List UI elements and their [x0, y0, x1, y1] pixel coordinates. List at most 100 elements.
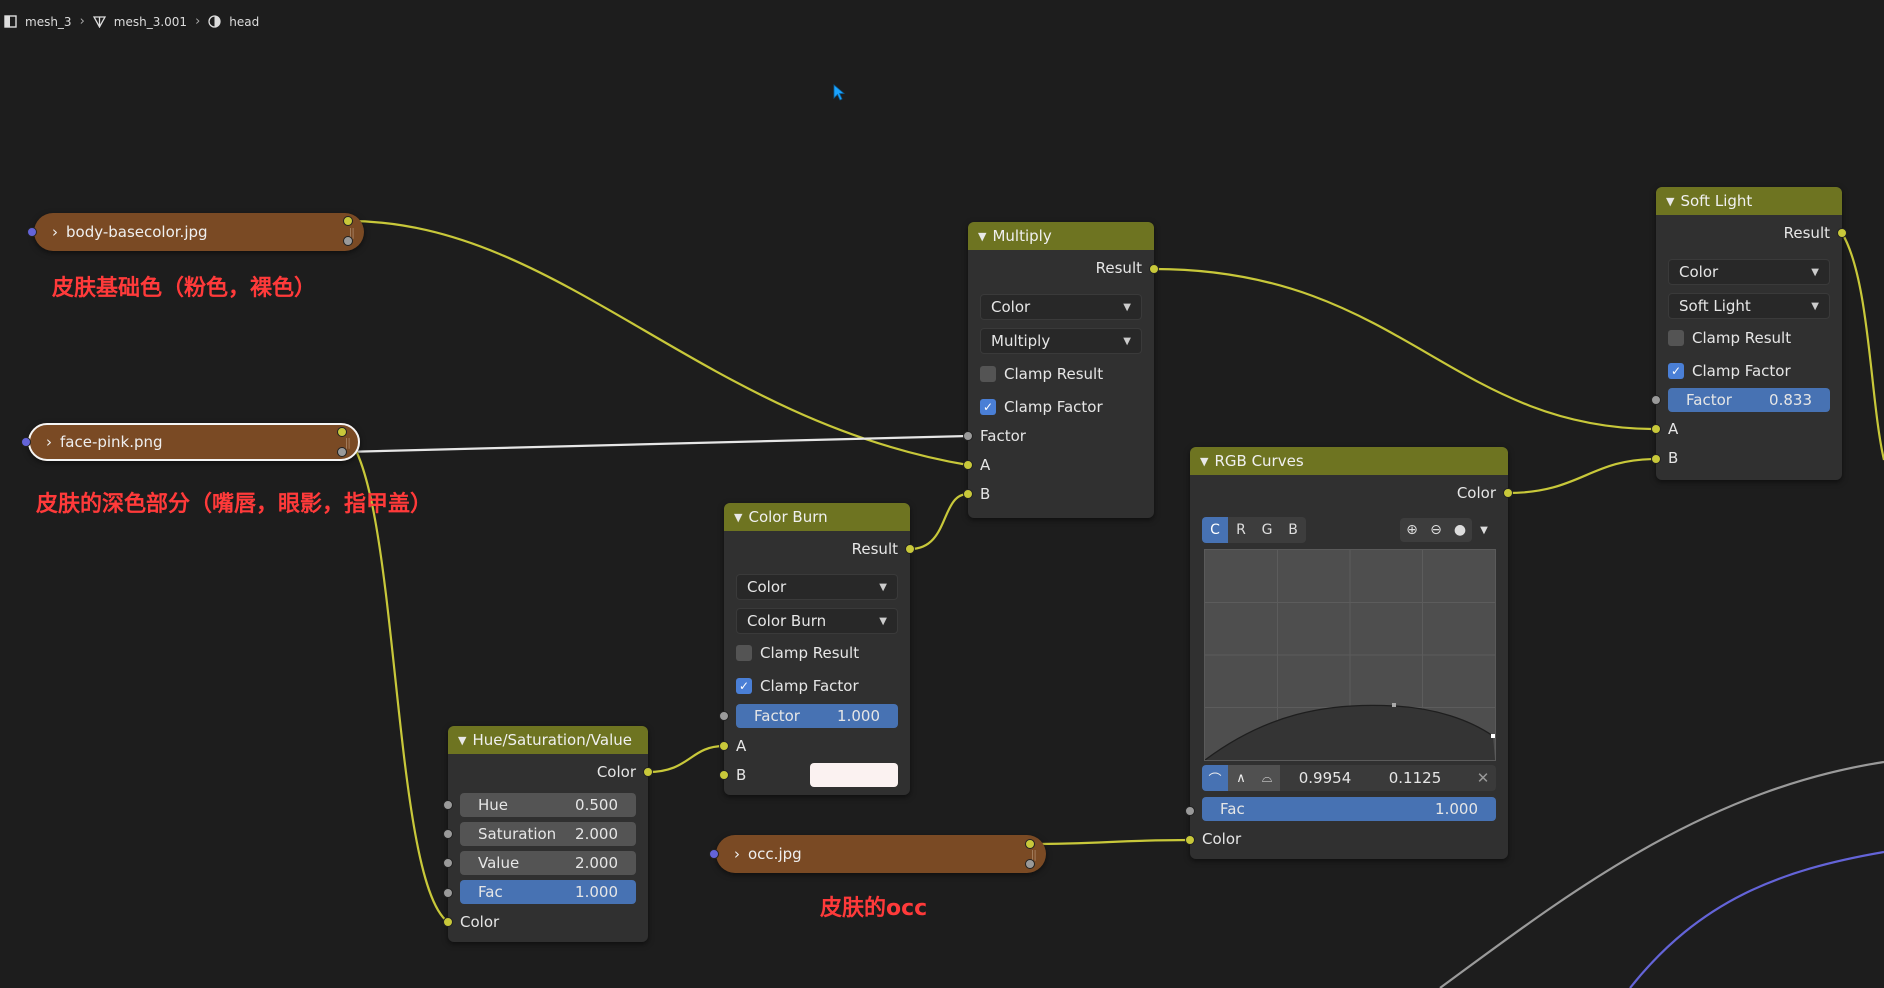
- chevron-down-icon[interactable]: ▼: [734, 511, 742, 524]
- chevron-down-icon[interactable]: ▼: [978, 230, 986, 243]
- chevron-down-icon[interactable]: ▼: [1666, 195, 1674, 208]
- image-node-face[interactable]: › face-pink.png ||: [28, 423, 360, 461]
- socket-occ-vector[interactable]: [709, 849, 719, 859]
- dot-icon[interactable]: ●: [1448, 518, 1472, 542]
- chevron-right-icon[interactable]: ›: [52, 223, 58, 241]
- checkbox-checked-icon[interactable]: ✓: [736, 678, 752, 694]
- breadcrumb-material[interactable]: head: [229, 15, 259, 29]
- color-burn-b-swatch[interactable]: [810, 763, 898, 787]
- multiply-clamp-result[interactable]: Clamp Result: [980, 362, 1142, 386]
- hsv-saturation-slider[interactable]: Saturation 2.000: [460, 822, 636, 846]
- hsv-node-header[interactable]: ▼ Hue/Saturation/Value: [448, 726, 648, 754]
- socket-color-burn-b[interactable]: [719, 770, 729, 780]
- socket-color-burn-result[interactable]: [905, 544, 915, 554]
- rgb-curves-fac-slider[interactable]: Fac 1.000: [1202, 797, 1496, 821]
- zoom-in-icon[interactable]: ⊕: [1400, 518, 1424, 542]
- socket-face-vector[interactable]: [21, 437, 31, 447]
- curve-point-y-input[interactable]: 0.1125: [1370, 769, 1460, 787]
- breadcrumb-mesh[interactable]: mesh_3.001: [114, 15, 187, 29]
- checkbox-unchecked-icon[interactable]: [736, 645, 752, 661]
- checkbox-checked-icon[interactable]: ✓: [980, 399, 996, 415]
- socket-soft-light-factor[interactable]: [1651, 395, 1661, 405]
- multiply-data-type-select[interactable]: Color ▼: [980, 294, 1142, 320]
- handle-vector-icon[interactable]: ∧: [1228, 765, 1254, 791]
- socket-body-color[interactable]: [343, 216, 353, 226]
- socket-face-alpha[interactable]: [337, 447, 347, 457]
- hsv-hue-slider[interactable]: Hue 0.500: [460, 793, 636, 817]
- soft-light-node-header[interactable]: ▼ Soft Light: [1656, 187, 1842, 215]
- socket-face-color[interactable]: [337, 427, 347, 437]
- socket-hsv-hue[interactable]: [443, 800, 453, 810]
- channel-c-button[interactable]: C: [1202, 517, 1228, 543]
- soft-light-factor-slider[interactable]: Factor 0.833: [1668, 388, 1830, 412]
- soft-light-clamp-result[interactable]: Clamp Result: [1668, 326, 1830, 350]
- socket-multiply-result[interactable]: [1149, 264, 1159, 274]
- channel-g-button[interactable]: G: [1254, 517, 1280, 543]
- channel-b-button[interactable]: B: [1280, 517, 1306, 543]
- soft-light-node[interactable]: ▼ Soft Light Result Color ▼ Soft Light ▼ Cl…: [1656, 187, 1842, 480]
- multiply-clamp-factor[interactable]: ✓ Clamp Factor: [980, 395, 1142, 419]
- multiply-blend-select[interactable]: Multiply ▼: [980, 328, 1142, 354]
- socket-hsv-saturation[interactable]: [443, 829, 453, 839]
- socket-rgb-curves-color-in[interactable]: [1185, 835, 1195, 845]
- soft-light-data-type-select[interactable]: Color ▼: [1668, 259, 1830, 285]
- image-node-body[interactable]: › body-basecolor.jpg ||: [34, 213, 364, 251]
- chevron-down-icon[interactable]: ▼: [1472, 518, 1496, 542]
- soft-light-blend-select[interactable]: Soft Light ▼: [1668, 293, 1830, 319]
- curve-graph[interactable]: [1204, 549, 1496, 761]
- checkbox-checked-icon[interactable]: ✓: [1668, 363, 1684, 379]
- breadcrumb-object[interactable]: mesh_3: [25, 15, 72, 29]
- mesh-icon: [92, 16, 106, 28]
- socket-color-burn-a[interactable]: [719, 741, 729, 751]
- color-burn-clamp-result[interactable]: Clamp Result: [736, 641, 898, 665]
- checkbox-unchecked-icon[interactable]: [1668, 330, 1684, 346]
- multiply-node[interactable]: ▼ Multiply Result Color ▼ Multiply ▼ Clamp …: [968, 222, 1154, 518]
- handle-auto-clamped-icon[interactable]: ⌓: [1254, 765, 1280, 791]
- socket-body-vector[interactable]: [27, 227, 37, 237]
- socket-body-alpha[interactable]: [343, 236, 353, 246]
- color-burn-clamp-factor[interactable]: ✓ Clamp Factor: [736, 674, 898, 698]
- color-burn-factor-slider[interactable]: Factor 1.000: [736, 704, 898, 728]
- socket-multiply-a[interactable]: [963, 460, 973, 470]
- handle-auto-icon[interactable]: ⌒: [1202, 765, 1228, 791]
- channel-r-button[interactable]: R: [1228, 517, 1254, 543]
- color-burn-node-header[interactable]: ▼ Color Burn: [724, 503, 910, 531]
- socket-hsv-value[interactable]: [443, 858, 453, 868]
- material-icon: [208, 15, 221, 28]
- color-burn-blend-select[interactable]: Color Burn ▼: [736, 608, 898, 634]
- image-node-occ[interactable]: › occ.jpg ||: [716, 835, 1046, 873]
- rgb-curves-node[interactable]: ▼ RGB Curves Color C R G B ⊕ ⊖ ● ▼ ⌒ ∧ ⌓ …: [1190, 447, 1508, 859]
- socket-hsv-color-in[interactable]: [443, 917, 453, 927]
- socket-color-burn-factor[interactable]: [719, 711, 729, 721]
- hsv-fac-slider[interactable]: Fac 1.000: [460, 880, 636, 904]
- checkbox-unchecked-icon[interactable]: [980, 366, 996, 382]
- chevron-down-icon[interactable]: ▼: [1200, 455, 1208, 468]
- color-burn-data-type-select[interactable]: Color ▼: [736, 574, 898, 600]
- socket-multiply-b[interactable]: [963, 489, 973, 499]
- rgb-curves-node-header[interactable]: ▼ RGB Curves: [1190, 447, 1508, 475]
- chevron-right-icon[interactable]: ›: [46, 433, 52, 451]
- socket-soft-light-result[interactable]: [1837, 228, 1847, 238]
- soft-light-blend-value: Soft Light: [1679, 297, 1751, 315]
- hsv-value-slider[interactable]: Value 2.000: [460, 851, 636, 875]
- socket-multiply-factor[interactable]: [963, 431, 973, 441]
- curve-point-selected[interactable]: [1491, 734, 1495, 738]
- socket-soft-light-a[interactable]: [1651, 424, 1661, 434]
- zoom-out-icon[interactable]: ⊖: [1424, 518, 1448, 542]
- curve-point-x-input[interactable]: 0.9954: [1280, 769, 1370, 787]
- multiply-node-header[interactable]: ▼ Multiply: [968, 222, 1154, 250]
- curve-point[interactable]: [1392, 703, 1396, 707]
- delete-point-icon[interactable]: ✕: [1470, 769, 1496, 787]
- socket-hsv-fac[interactable]: [443, 888, 453, 898]
- chevron-right-icon[interactable]: ›: [734, 845, 740, 863]
- socket-occ-color[interactable]: [1025, 839, 1035, 849]
- chevron-down-icon[interactable]: ▼: [458, 734, 466, 747]
- hsv-node[interactable]: ▼ Hue/Saturation/Value Color Hue 0.500 Sat…: [448, 726, 648, 942]
- socket-rgb-curves-color-out[interactable]: [1503, 488, 1513, 498]
- socket-hsv-color-out[interactable]: [643, 767, 653, 777]
- soft-light-clamp-factor[interactable]: ✓ Clamp Factor: [1668, 359, 1830, 383]
- socket-soft-light-b[interactable]: [1651, 454, 1661, 464]
- socket-rgb-curves-fac[interactable]: [1185, 806, 1195, 816]
- color-burn-node[interactable]: ▼ Color Burn Result Color ▼ Color Burn ▼ Cl…: [724, 503, 910, 795]
- socket-occ-alpha[interactable]: [1025, 859, 1035, 869]
